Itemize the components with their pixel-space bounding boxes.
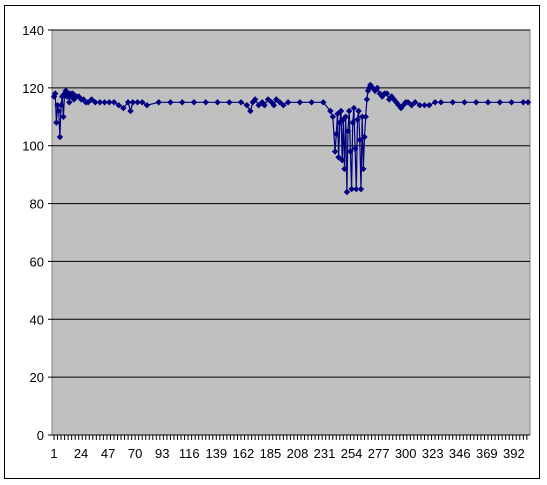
y-tick-label: 20	[30, 370, 44, 385]
y-tick-label: 140	[22, 23, 44, 38]
x-tick-label: 162	[233, 446, 255, 461]
x-tick-label: 369	[476, 446, 498, 461]
line-chart: 0 20 40 60 80 100 120 140 1 24 47 70 93 116 139 162 185…	[22, 23, 532, 461]
plot-area	[51, 29, 531, 436]
x-tick-label: 254	[341, 446, 363, 461]
y-tick-label: 80	[30, 197, 44, 212]
x-tick-label: 231	[314, 446, 336, 461]
x-tick-label: 93	[155, 446, 169, 461]
x-tick-label: 300	[395, 446, 417, 461]
y-tick-label: 0	[37, 428, 44, 443]
x-tick-label: 346	[449, 446, 471, 461]
x-tick-label: 116	[179, 446, 200, 461]
x-tick-label: 392	[503, 446, 525, 461]
x-tick-label: 185	[260, 446, 282, 461]
x-tick-label: 277	[368, 446, 390, 461]
x-tick-label: 1	[50, 446, 57, 461]
y-tick-label: 40	[30, 312, 44, 327]
x-tick-label: 323	[422, 446, 444, 461]
x-tick-label: 208	[287, 446, 309, 461]
x-tick-label: 70	[128, 446, 142, 461]
chart-frame: 0 20 40 60 80 100 120 140 1 24 47 70 93 116 139 162 185…	[4, 5, 540, 479]
y-tick-label: 120	[22, 81, 44, 96]
y-tick-label: 100	[22, 139, 44, 154]
y-tick-label: 60	[30, 254, 44, 269]
x-tick-label: 47	[101, 446, 115, 461]
x-tick-label: 139	[205, 446, 227, 461]
x-tick-label: 24	[74, 446, 88, 461]
